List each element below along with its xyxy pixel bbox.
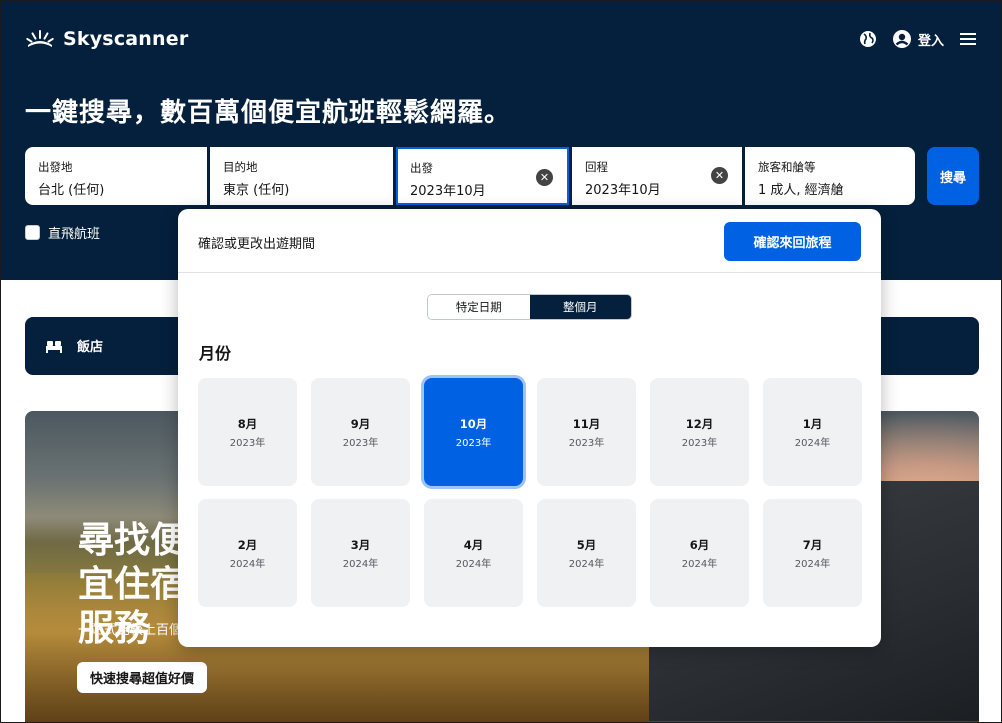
month-card[interactable]: 7月 2024年 <box>763 499 862 607</box>
year-label: 2023年 <box>681 437 718 449</box>
page-title: 一鍵搜尋，數百萬個便宜航班輕鬆網羅。 <box>25 98 512 128</box>
year-label: 2024年 <box>342 558 379 570</box>
tab-whole-month[interactable]: 整個月 <box>529 295 631 319</box>
return-label: 回程 <box>585 160 608 174</box>
month-label: 1月 <box>802 416 823 431</box>
origin-label: 出發地 <box>38 160 73 174</box>
search-button[interactable]: 搜尋 <box>927 147 979 205</box>
month-card[interactable]: 6月 2024年 <box>650 499 749 607</box>
year-label: 2024年 <box>229 558 266 570</box>
bed-icon <box>46 340 62 353</box>
year-label: 2023年 <box>455 437 492 449</box>
return-date-field[interactable]: 回程 2023年10月 ✕ <box>572 147 742 205</box>
direct-flights-checkbox[interactable] <box>25 225 40 240</box>
flight-search-form: 出發地 台北 (任何) 目的地 東京 (任何) 出發 2023年10月 ✕ 回程… <box>25 147 915 205</box>
year-label: 2024年 <box>794 437 831 449</box>
hotel-tab-label: 飯店 <box>77 340 104 355</box>
month-label: 11月 <box>572 416 601 431</box>
clear-return-icon[interactable]: ✕ <box>711 167 728 184</box>
year-label: 2024年 <box>794 558 831 570</box>
brand-name: Skyscanner <box>63 28 189 50</box>
month-card[interactable]: 3月 2024年 <box>311 499 410 607</box>
month-card[interactable]: 4月 2024年 <box>424 499 523 607</box>
month-card[interactable]: 12月 2023年 <box>650 378 749 486</box>
origin-value: 台北 (任何) <box>38 183 105 198</box>
year-label: 2024年 <box>455 558 492 570</box>
month-label: 8月 <box>237 416 258 431</box>
direct-flights-label: 直飛航班 <box>48 227 101 242</box>
month-card[interactable]: 10月 2023年 <box>424 378 523 486</box>
clear-depart-icon[interactable]: ✕ <box>536 169 553 186</box>
login-label: 登入 <box>917 33 944 49</box>
month-label: 9月 <box>350 416 371 431</box>
skyscanner-logo[interactable]: Skyscanner <box>25 28 188 50</box>
sunrise-logo-icon <box>26 30 54 47</box>
month-label: 3月 <box>350 537 371 552</box>
hero-cta-button[interactable]: 快速搜尋超值好價 <box>77 662 208 693</box>
month-label: 6月 <box>689 537 710 552</box>
depart-date-field[interactable]: 出發 2023年10月 ✕ <box>396 147 569 205</box>
year-label: 2023年 <box>568 437 605 449</box>
date-mode-toggle: 特定日期 整個月 <box>427 294 632 320</box>
depart-label: 出發 <box>410 161 433 175</box>
hero-subheading: 一站式比較上百個 <box>78 623 183 638</box>
hotel-tab[interactable]: 飯店 <box>45 336 103 355</box>
month-card[interactable]: 5月 2024年 <box>537 499 636 607</box>
user-icon <box>892 30 911 48</box>
globe-icon[interactable] <box>858 29 878 49</box>
confirm-round-trip-button[interactable]: 確認來回旅程 <box>724 222 861 261</box>
month-card[interactable]: 1月 2024年 <box>763 378 862 486</box>
destination-label: 目的地 <box>223 160 258 174</box>
year-label: 2024年 <box>568 558 605 570</box>
month-card[interactable]: 8月 2023年 <box>198 378 297 486</box>
travellers-label: 旅客和艙等 <box>758 160 816 174</box>
month-card[interactable]: 9月 2023年 <box>311 378 410 486</box>
destination-value: 東京 (任何) <box>223 183 290 198</box>
direct-flights-option[interactable]: 直飛航班 <box>25 223 100 242</box>
year-label: 2024年 <box>681 558 718 570</box>
months-heading: 月份 <box>199 344 232 363</box>
month-grid: 8月 2023年 9月 2023年 10月 2023年 11月 2023年 12月 2023年 1月… <box>198 378 862 607</box>
travellers-value: 1 成人, 經濟艙 <box>758 183 844 198</box>
month-label: 5月 <box>576 537 597 552</box>
month-label: 7月 <box>802 537 823 552</box>
month-label: 4月 <box>463 537 484 552</box>
origin-field[interactable]: 出發地 台北 (任何) <box>25 147 207 205</box>
tab-specific-dates[interactable]: 特定日期 <box>428 295 530 319</box>
travellers-cabin-field[interactable]: 旅客和艙等 1 成人, 經濟艙 <box>745 147 915 205</box>
login-button[interactable]: 登入 <box>892 29 944 49</box>
destination-field[interactable]: 目的地 東京 (任何) <box>210 147 393 205</box>
header-actions: 登入 <box>858 29 978 49</box>
return-value: 2023年10月 <box>585 183 661 198</box>
month-label: 10月 <box>459 416 488 431</box>
date-picker-popover: 確認或更改出遊期間 確認來回旅程 特定日期 整個月 月份 8月 2023年 9月 20… <box>178 209 881 647</box>
month-card[interactable]: 11月 2023年 <box>537 378 636 486</box>
month-label: 2月 <box>237 537 258 552</box>
year-label: 2023年 <box>229 437 266 449</box>
popover-title: 確認或更改出遊期間 <box>198 237 316 252</box>
year-label: 2023年 <box>342 437 379 449</box>
depart-value: 2023年10月 <box>410 184 486 199</box>
popover-header: 確認或更改出遊期間 確認來回旅程 <box>178 209 881 273</box>
month-label: 12月 <box>685 416 714 431</box>
month-card[interactable]: 2月 2024年 <box>198 499 297 607</box>
menu-icon[interactable] <box>958 29 978 49</box>
